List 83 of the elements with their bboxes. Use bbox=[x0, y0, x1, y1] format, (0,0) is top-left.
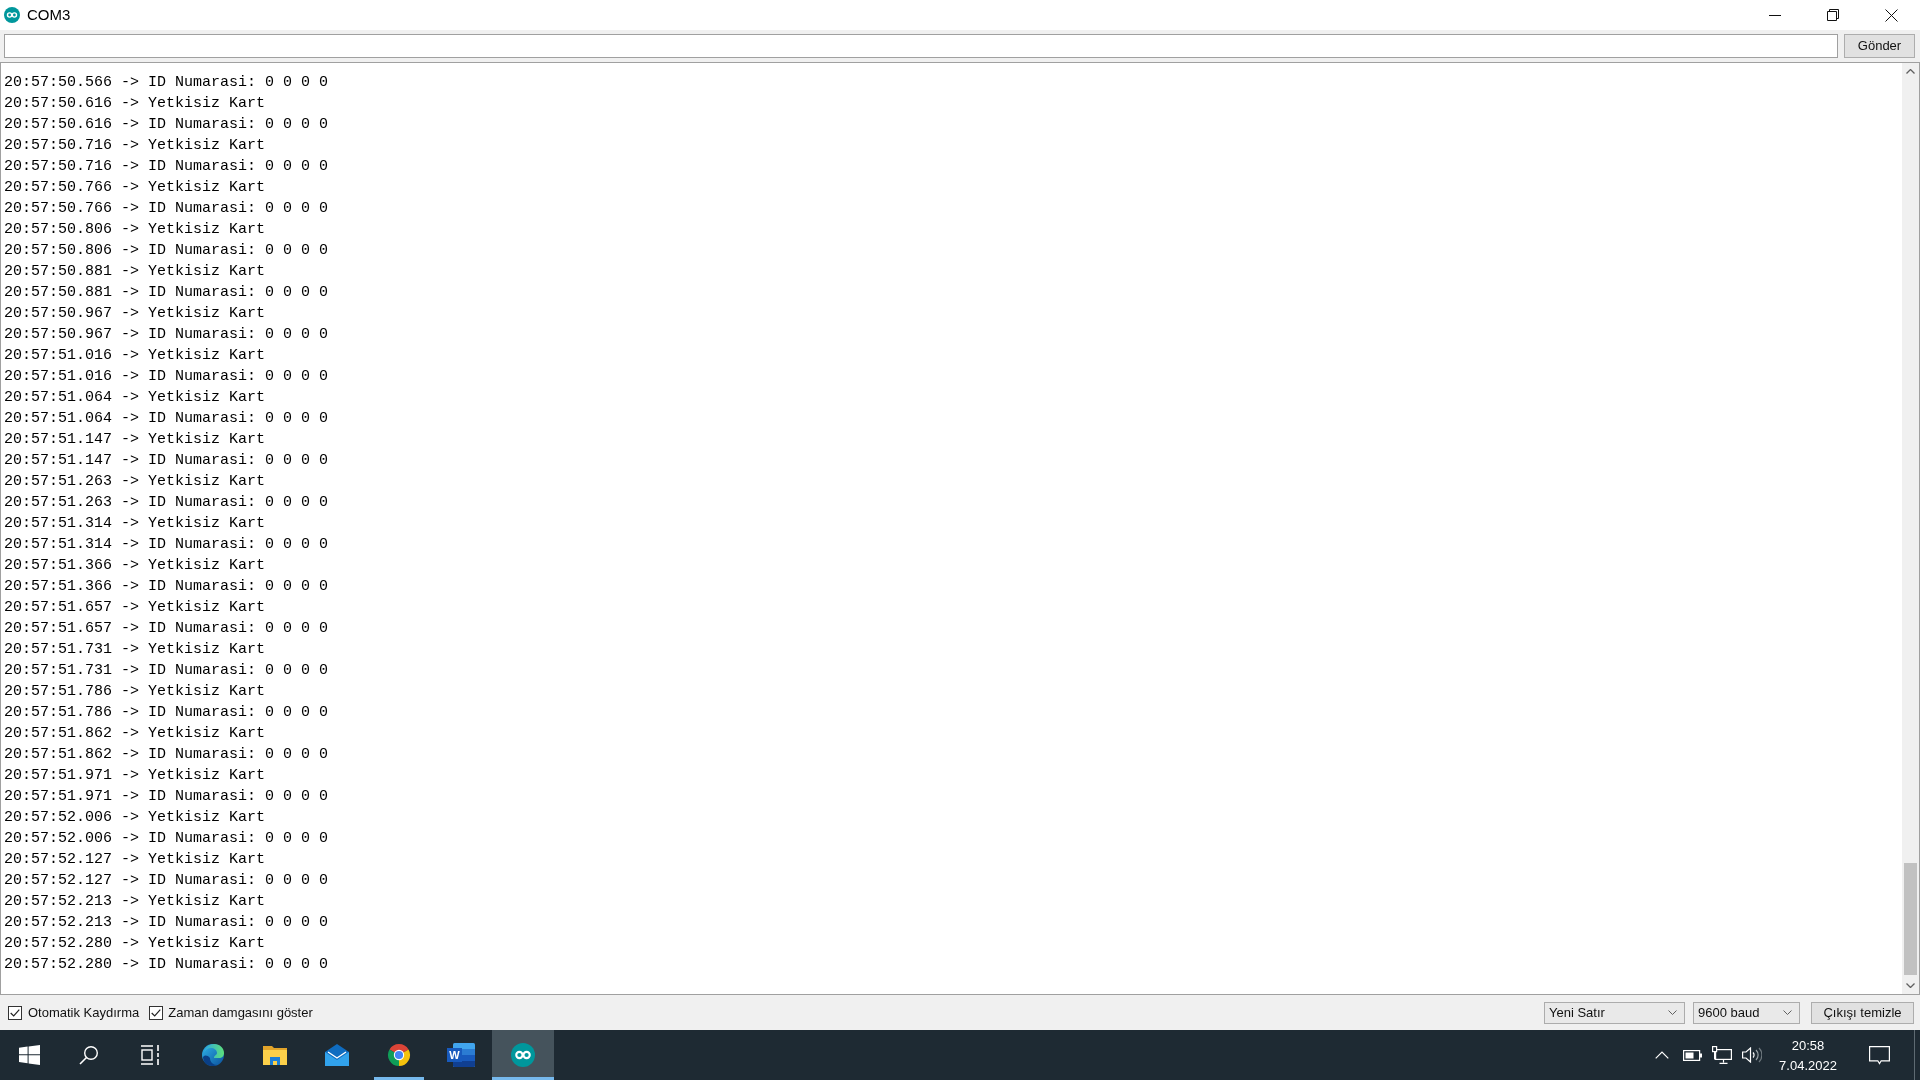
folder-icon bbox=[262, 1044, 288, 1066]
log-line: 20:57:51.657 -> ID Numarasi: 0 0 0 0 bbox=[4, 619, 329, 639]
log-line: 20:57:50.881 -> Yetkisiz Kart bbox=[4, 262, 266, 282]
log-line: 20:57:51.786 -> Yetkisiz Kart bbox=[4, 682, 266, 702]
log-line: 20:57:50.566 -> ID Numarasi: 0 0 0 0 bbox=[4, 73, 329, 93]
log-line: 20:57:51.147 -> ID Numarasi: 0 0 0 0 bbox=[4, 451, 329, 471]
chevron-down-icon bbox=[1783, 1010, 1792, 1015]
log-line: 20:57:50.881 -> ID Numarasi: 0 0 0 0 bbox=[4, 283, 329, 303]
log-line: 20:57:50.766 -> Yetkisiz Kart bbox=[4, 178, 266, 198]
chevron-up-icon bbox=[1655, 1051, 1669, 1059]
log-line: 20:57:50.716 -> Yetkisiz Kart bbox=[4, 136, 266, 156]
scrollbar-thumb[interactable] bbox=[1904, 863, 1917, 975]
log-line: 20:57:51.731 -> Yetkisiz Kart bbox=[4, 640, 266, 660]
clock-time: 20:58 bbox=[1791, 1037, 1825, 1053]
log-line: 20:57:51.314 -> ID Numarasi: 0 0 0 0 bbox=[4, 535, 329, 555]
log-line: 20:57:51.366 -> ID Numarasi: 0 0 0 0 bbox=[4, 577, 329, 597]
logo-letter: W bbox=[447, 1048, 462, 1062]
baud-rate-dropdown[interactable]: 9600 baud bbox=[1693, 1001, 1800, 1024]
checkmark-icon bbox=[151, 1008, 162, 1017]
clear-output-button[interactable]: Çıkışı temizle bbox=[1811, 1001, 1914, 1024]
log-line: 20:57:51.314 -> Yetkisiz Kart bbox=[4, 514, 266, 534]
log-line: 20:57:51.064 -> Yetkisiz Kart bbox=[4, 388, 266, 408]
task-view-icon bbox=[140, 1045, 162, 1065]
log-line: 20:57:50.616 -> Yetkisiz Kart bbox=[4, 94, 266, 114]
four-panes-icon bbox=[18, 1045, 40, 1065]
log-line: 20:57:52.006 -> ID Numarasi: 0 0 0 0 bbox=[4, 829, 329, 849]
log-line: 20:57:52.006 -> Yetkisiz Kart bbox=[4, 808, 266, 828]
window-title: COM3 bbox=[27, 6, 71, 24]
tricolor-circle-icon bbox=[387, 1043, 411, 1067]
log-line: 20:57:51.862 -> ID Numarasi: 0 0 0 0 bbox=[4, 745, 329, 765]
log-line: 20:57:51.731 -> ID Numarasi: 0 0 0 0 bbox=[4, 661, 329, 681]
swirl-logo-icon bbox=[201, 1043, 225, 1067]
speech-bubble-icon bbox=[1868, 1045, 1890, 1065]
log-line: 20:57:51.971 -> ID Numarasi: 0 0 0 0 bbox=[4, 787, 329, 807]
log-line: 20:57:51.263 -> Yetkisiz Kart bbox=[4, 472, 266, 492]
log-line: 20:57:50.616 -> ID Numarasi: 0 0 0 0 bbox=[4, 115, 329, 135]
log-line: 20:57:50.806 -> Yetkisiz Kart bbox=[4, 220, 266, 240]
log-line: 20:57:50.766 -> ID Numarasi: 0 0 0 0 bbox=[4, 199, 329, 219]
log-line: 20:57:51.971 -> Yetkisiz Kart bbox=[4, 766, 266, 786]
log-line: 20:57:52.213 -> Yetkisiz Kart bbox=[4, 892, 266, 912]
minimize-icon bbox=[1769, 14, 1781, 16]
log-line: 20:57:52.280 -> Yetkisiz Kart bbox=[4, 934, 266, 954]
checkbox-label[interactable]: Zaman damgasını göster bbox=[168, 1004, 313, 1021]
log-line: 20:57:51.366 -> Yetkisiz Kart bbox=[4, 556, 266, 576]
log-line: 20:57:51.016 -> Yetkisiz Kart bbox=[4, 346, 266, 366]
send-button[interactable]: Gönder bbox=[1844, 34, 1915, 58]
chevron-down-icon bbox=[1668, 1010, 1677, 1015]
taskbar-app-button[interactable]: W bbox=[430, 1030, 492, 1080]
log-line: 20:57:51.263 -> ID Numarasi: 0 0 0 0 bbox=[4, 493, 329, 513]
log-line: 20:57:51.657 -> Yetkisiz Kart bbox=[4, 598, 266, 618]
log-line: 20:57:50.806 -> ID Numarasi: 0 0 0 0 bbox=[4, 241, 329, 261]
network-monitor-icon bbox=[1712, 1046, 1732, 1064]
log-line: 20:57:51.862 -> Yetkisiz Kart bbox=[4, 724, 266, 744]
vertical-scrollbar[interactable] bbox=[1902, 63, 1919, 994]
restore-icon bbox=[1827, 9, 1839, 21]
log-line: 20:57:51.147 -> Yetkisiz Kart bbox=[4, 430, 266, 450]
log-line: 20:57:52.280 -> ID Numarasi: 0 0 0 0 bbox=[4, 955, 329, 975]
battery-icon bbox=[1682, 1049, 1702, 1061]
log-line: 20:57:51.016 -> ID Numarasi: 0 0 0 0 bbox=[4, 367, 329, 387]
log-line: 20:57:52.213 -> ID Numarasi: 0 0 0 0 bbox=[4, 913, 329, 933]
speaker-icon bbox=[1742, 1047, 1762, 1063]
log-line: 20:57:51.786 -> ID Numarasi: 0 0 0 0 bbox=[4, 703, 329, 723]
taskbar-app-button[interactable] bbox=[492, 1030, 554, 1080]
checkbox-label[interactable]: Otomatik Kaydırma bbox=[28, 1004, 140, 1021]
scroll-up-icon[interactable] bbox=[1906, 69, 1915, 74]
infinity-logo-icon bbox=[511, 1043, 535, 1067]
log-line: 20:57:52.127 -> ID Numarasi: 0 0 0 0 bbox=[4, 871, 329, 891]
log-line: 20:57:50.967 -> Yetkisiz Kart bbox=[4, 304, 266, 324]
checkbox[interactable] bbox=[8, 1005, 22, 1020]
search-icon bbox=[79, 1045, 99, 1065]
clock-date: 7.04.2022 bbox=[1779, 1057, 1837, 1073]
envelope-icon bbox=[324, 1043, 350, 1067]
line-ending-dropdown[interactable]: Yeni Satır bbox=[1544, 1001, 1685, 1024]
checkmark-icon bbox=[10, 1008, 20, 1017]
infinity-logo-icon bbox=[4, 7, 20, 23]
close-icon bbox=[1884, 8, 1898, 22]
log-line: 20:57:52.127 -> Yetkisiz Kart bbox=[4, 850, 266, 870]
checkbox[interactable] bbox=[149, 1005, 164, 1020]
scroll-down-icon[interactable] bbox=[1906, 983, 1915, 988]
message-input[interactable] bbox=[4, 34, 1838, 58]
log-line: 20:57:51.064 -> ID Numarasi: 0 0 0 0 bbox=[4, 409, 329, 429]
log-line: 20:57:50.967 -> ID Numarasi: 0 0 0 0 bbox=[4, 325, 329, 345]
log-line: 20:57:50.716 -> ID Numarasi: 0 0 0 0 bbox=[4, 157, 329, 177]
